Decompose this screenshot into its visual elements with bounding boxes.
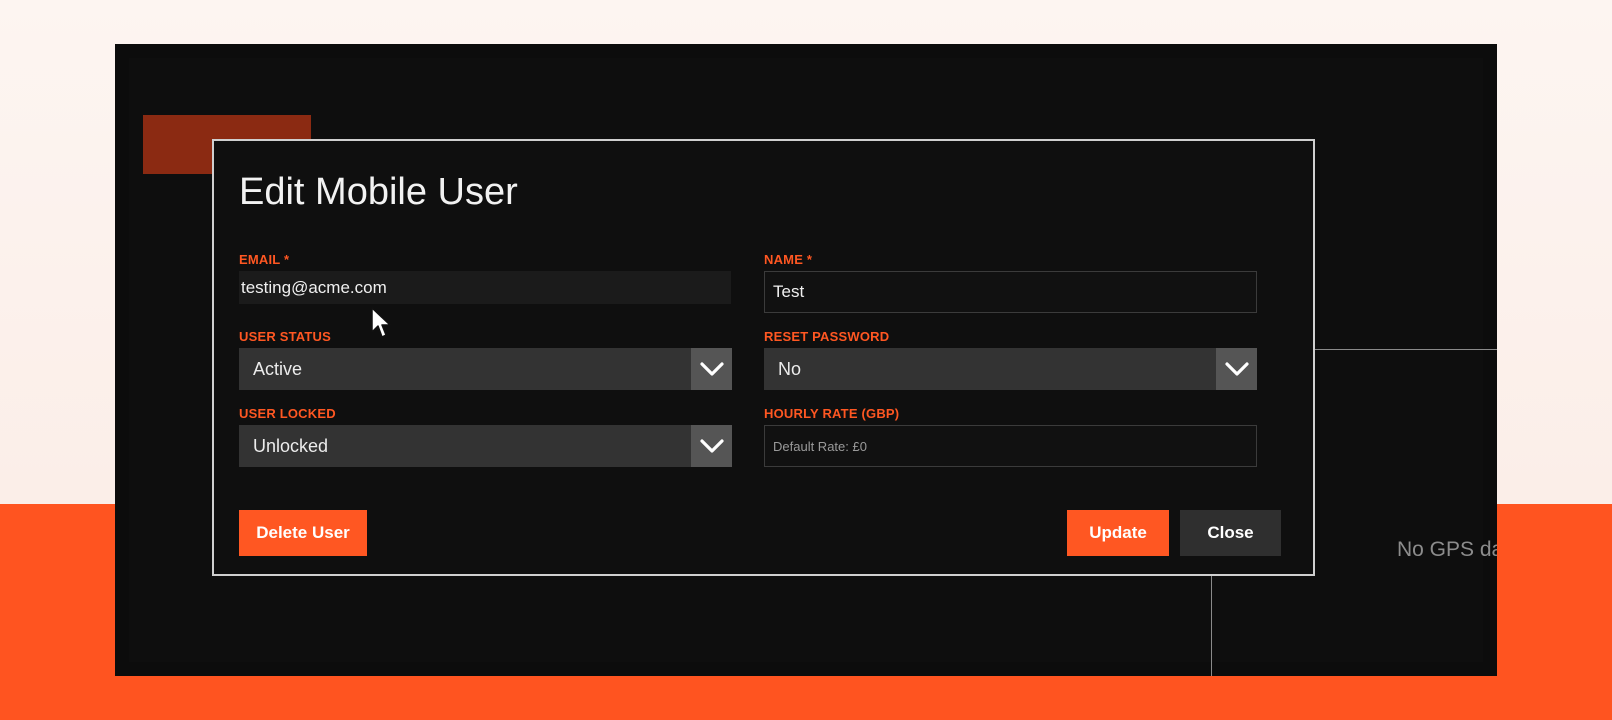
email-field[interactable] <box>239 271 731 304</box>
reset-password-select[interactable]: No <box>764 348 1257 390</box>
user-locked-select[interactable]: Unlocked <box>239 425 732 467</box>
name-label: NAME * <box>764 252 813 267</box>
close-button[interactable]: Close <box>1180 510 1281 556</box>
chevron-down-icon[interactable] <box>1216 348 1257 390</box>
user-status-select[interactable]: Active <box>239 348 732 390</box>
update-button[interactable]: Update <box>1067 510 1169 556</box>
reset-password-value: No <box>778 359 802 379</box>
chevron-down-icon[interactable] <box>691 425 732 467</box>
mouse-cursor-icon <box>371 307 391 338</box>
hourly-rate-label: HOURLY RATE (GBP) <box>764 406 900 421</box>
name-field[interactable] <box>764 271 1257 313</box>
email-label: EMAIL * <box>239 252 290 267</box>
edit-user-modal: Edit Mobile User EMAIL * NAME * USER STA… <box>212 139 1315 576</box>
app-screen: No GPS da Edit Mobile User EMAIL * NAME … <box>115 44 1497 676</box>
user-locked-label: USER LOCKED <box>239 406 336 421</box>
app-canvas: No GPS da Edit Mobile User EMAIL * NAME … <box>129 58 1497 676</box>
user-locked-value: Unlocked <box>253 436 329 456</box>
chevron-down-icon[interactable] <box>691 348 732 390</box>
modal-title: Edit Mobile User <box>239 171 518 213</box>
user-status-value: Active <box>253 359 303 379</box>
delete-user-button[interactable]: Delete User <box>239 510 367 556</box>
reset-password-label: RESET PASSWORD <box>764 329 890 344</box>
gps-status-text: No GPS da <box>1397 538 1497 561</box>
user-status-label: USER STATUS <box>239 329 332 344</box>
hourly-rate-field[interactable] <box>764 425 1257 467</box>
